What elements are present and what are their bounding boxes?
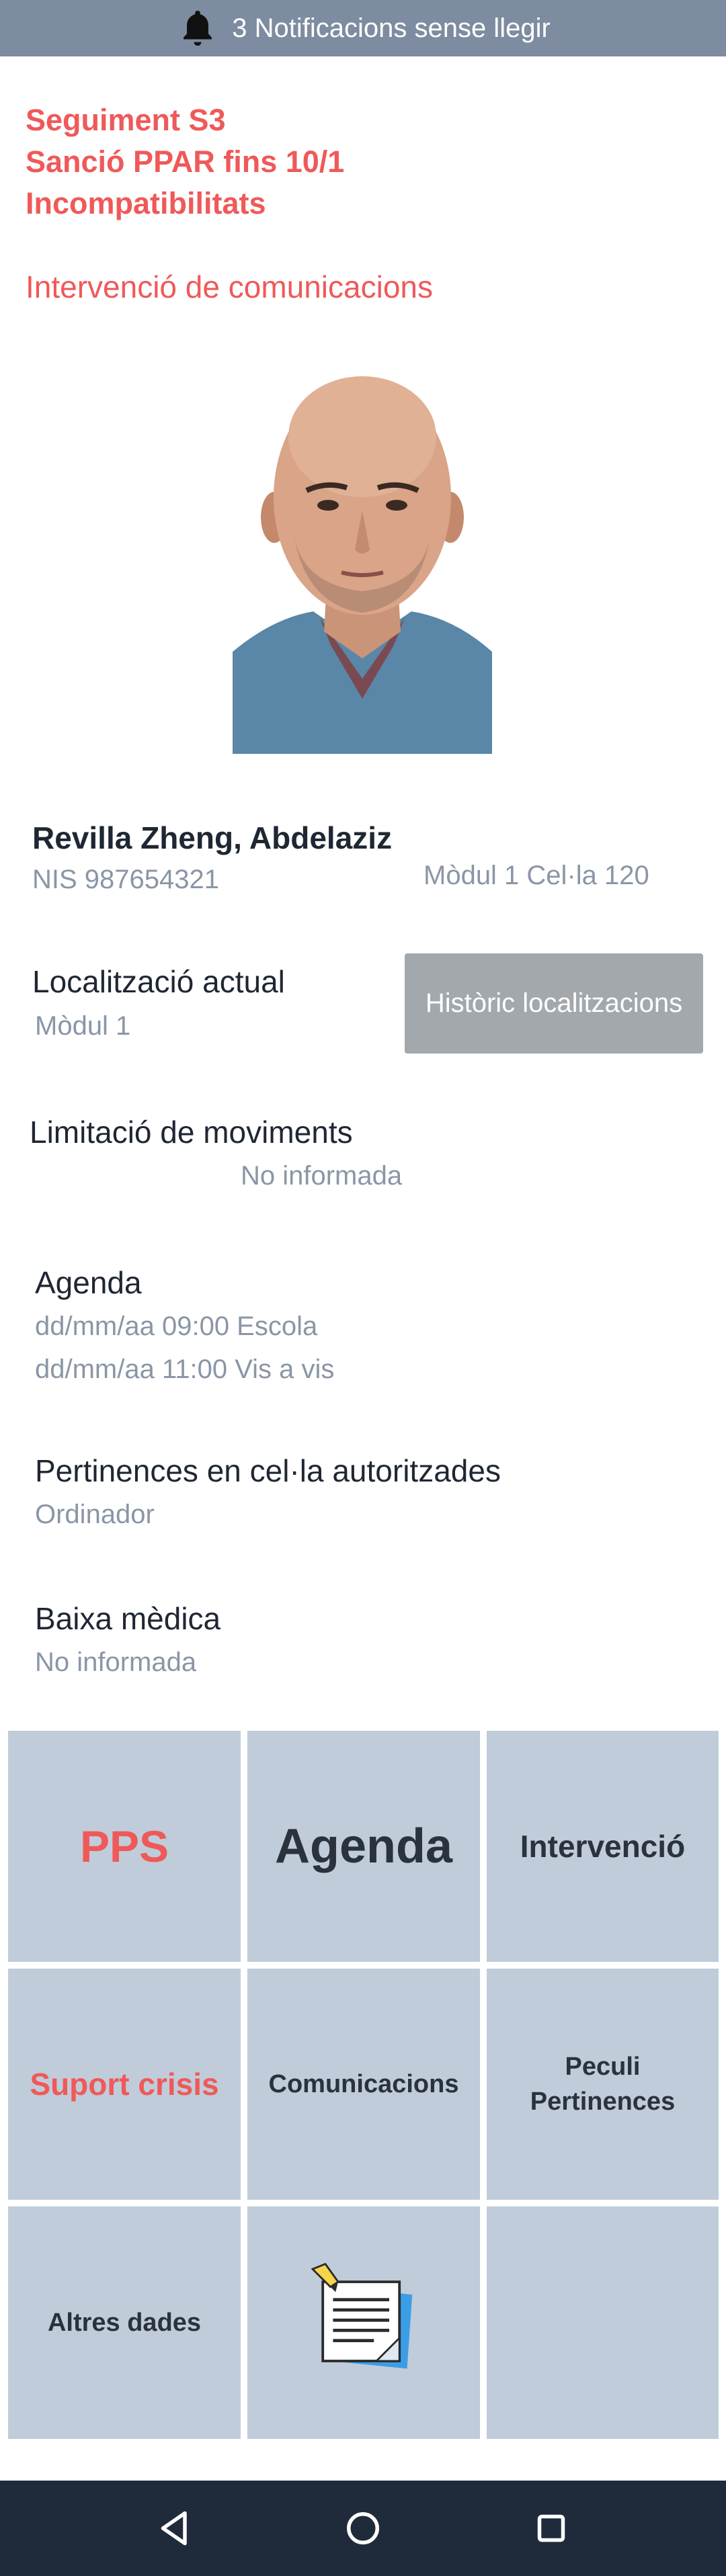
agenda-item[interactable]: dd/mm/aa 11:00 Vis a vis xyxy=(35,1355,334,1385)
inmate-nis: NIS 987654321 xyxy=(32,865,220,894)
intervention-notice: Intervenció de comunicacions xyxy=(26,269,433,304)
alert-item: Incompatibilitats xyxy=(26,186,266,220)
inmate-cell: Mòdul 1 Cel·la 120 xyxy=(424,861,649,890)
sick-leave-value: No informada xyxy=(35,1647,197,1677)
location-label: Localització actual xyxy=(32,964,285,999)
tile-agenda[interactable]: Agenda xyxy=(247,1731,480,1962)
tile-intervencio[interactable]: Intervenció xyxy=(487,1731,719,1962)
alerts-list: Seguiment S3 Sanció PPAR fins 10/1 Incom… xyxy=(26,99,344,224)
location-value: Mòdul 1 xyxy=(35,1011,131,1041)
tile-agenda-label: Agenda xyxy=(274,1819,453,1873)
inmate-photo xyxy=(233,363,492,754)
tile-pps[interactable]: PPS xyxy=(8,1731,241,1962)
home-circle-icon[interactable] xyxy=(343,2508,383,2548)
belongings-value: Ordinador xyxy=(35,1500,155,1529)
inmate-name: Revilla Zheng, Abdelaziz xyxy=(32,820,393,855)
tile-intervencio-label: Intervenció xyxy=(520,1829,686,1864)
back-triangle-icon[interactable] xyxy=(155,2508,195,2548)
alert-item: Sanció PPAR fins 10/1 xyxy=(26,144,345,179)
menu-grid: PPS Agenda Intervenció Suport crisis Com… xyxy=(8,1731,719,2439)
bell-icon xyxy=(184,10,212,46)
tile-peculi-label: Peculi xyxy=(565,2053,641,2081)
system-navigation-bar xyxy=(0,2481,726,2576)
tile-suport-crisis[interactable]: Suport crisis xyxy=(8,1969,241,2200)
agenda-label: Agenda xyxy=(35,1265,142,1300)
movement-limit-value: No informada xyxy=(241,1161,403,1191)
sick-leave-label: Baixa mèdica xyxy=(35,1601,221,1636)
tile-comunicacions[interactable]: Comunicacions xyxy=(247,1969,480,2200)
tile-notes[interactable] xyxy=(247,2206,480,2439)
belongings-label: Pertinences en cel·la autoritzades xyxy=(35,1453,501,1488)
notepad-icon xyxy=(311,2262,413,2369)
tile-peculi-pertinences[interactable]: Peculi Pertinences xyxy=(487,1969,719,2200)
tile-pertinences-label: Pertinences xyxy=(530,2088,676,2116)
notification-text: 3 Notificacions sense llegir xyxy=(232,13,551,43)
recents-square-icon[interactable] xyxy=(531,2508,571,2548)
tile-altres-dades-label: Altres dades xyxy=(47,2308,202,2337)
notification-bar[interactable]: 3 Notificacions sense llegir xyxy=(0,0,726,56)
location-history-button[interactable]: Històric localitzacions xyxy=(405,953,703,1054)
tile-suport-crisis-label: Suport crisis xyxy=(30,2067,219,2102)
tile-comunicacions-label: Comunicacions xyxy=(268,2069,459,2098)
movement-limit-label: Limitació de moviments xyxy=(30,1115,353,1150)
agenda-item[interactable]: dd/mm/aa 09:00 Escola xyxy=(35,1312,317,1342)
tile-empty xyxy=(487,2206,719,2439)
alert-item: Seguiment S3 xyxy=(26,103,226,137)
tile-altres-dades[interactable]: Altres dades xyxy=(8,2206,241,2439)
tile-pps-label: PPS xyxy=(79,1821,169,1871)
